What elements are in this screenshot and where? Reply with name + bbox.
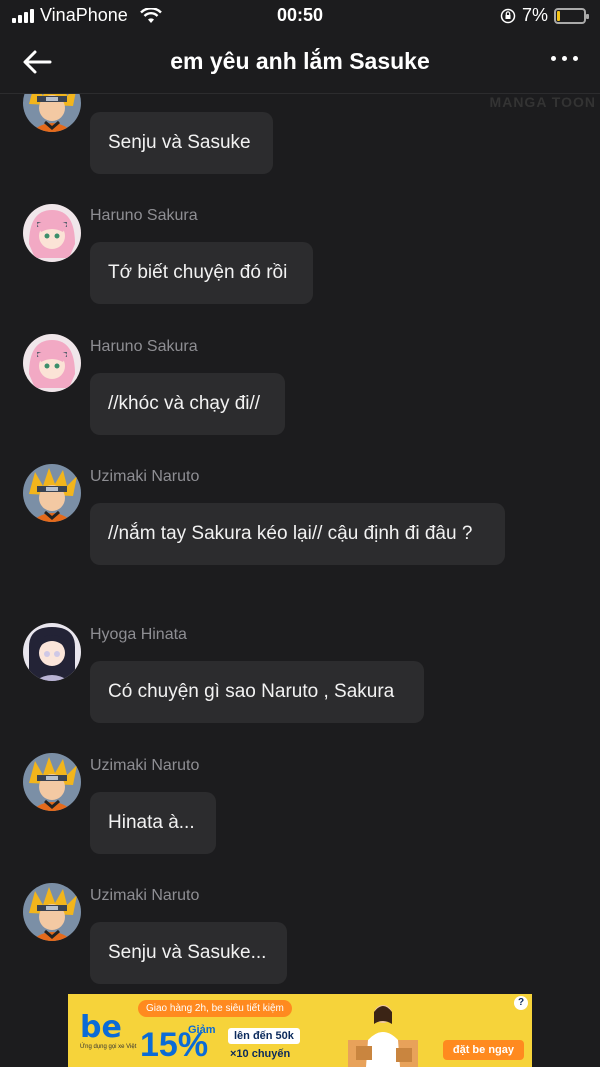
message-bubble[interactable]: Hinata à...	[90, 792, 216, 854]
ad-cta-button[interactable]: đặt be ngay	[442, 1040, 524, 1060]
ad-tagline: Giao hàng 2h, be siêu tiết kiệm	[138, 1000, 292, 1017]
ad-container: be Ứng dụng gọi xe Việt Giao hàng 2h, be…	[10, 994, 590, 1067]
sender-name: Uzimaki Naruto	[90, 757, 200, 774]
chat-list[interactable]: MANGA TOON Senju và Sasuke Haruno Sakura T…	[0, 94, 600, 994]
message-bubble[interactable]: Senju và Sasuke...	[90, 922, 287, 984]
ad-banner[interactable]: be Ứng dụng gọi xe Việt Giao hàng 2h, be…	[68, 994, 532, 1067]
battery-icon	[554, 7, 589, 24]
avatar-naruto[interactable]	[23, 753, 81, 811]
ad-discount-percent: 15%	[140, 1026, 209, 1064]
chat-header: em yêu anh lắm Sasuke	[0, 30, 600, 94]
page-title: em yêu anh lắm Sasuke	[170, 48, 430, 74]
battery-percent: 7%	[521, 5, 548, 25]
ad-logo-subtitle: Ứng dụng gọi xe Việt	[80, 1044, 137, 1050]
avatar-sakura[interactable]	[23, 204, 81, 262]
status-right: 7%	[500, 5, 589, 26]
help-icon[interactable]: ?	[514, 996, 528, 1010]
ad-up-to: lên đến 50k	[228, 1028, 300, 1044]
ad-person-image	[348, 1005, 418, 1067]
rotation-lock-icon	[500, 8, 516, 23]
ad-logo: be	[80, 1010, 122, 1045]
more-dots-icon[interactable]	[551, 56, 578, 61]
sender-name: Haruno Sakura	[90, 338, 198, 355]
watermark: MANGA TOON	[489, 94, 596, 110]
message-bubble[interactable]: //nắm tay Sakura kéo lại// cậu định đi đ…	[90, 503, 505, 565]
ad-times: ×10 chuyến	[230, 1048, 291, 1060]
avatar-hinata[interactable]	[23, 623, 81, 681]
status-bar: VinaPhone 00:50 7%	[0, 0, 600, 30]
message-bubble[interactable]: Có chuyện gì sao Naruto , Sakura	[90, 661, 424, 723]
sender-name: Uzimaki Naruto	[90, 887, 200, 904]
battery-level	[557, 10, 560, 21]
sender-name: Haruno Sakura	[90, 207, 198, 224]
message-bubble[interactable]: Senju và Sasuke	[90, 112, 273, 174]
sender-name: Uzimaki Naruto	[90, 468, 200, 485]
message-bubble[interactable]: Tớ biết chuyện đó rồi	[90, 242, 313, 304]
avatar-sakura[interactable]	[23, 334, 81, 392]
message-bubble[interactable]: //khóc và chạy đi//	[90, 373, 285, 435]
avatar-naruto[interactable]	[23, 883, 81, 941]
avatar-naruto[interactable]	[23, 94, 81, 132]
avatar-naruto[interactable]	[23, 464, 81, 522]
sender-name: Hyoga Hinata	[90, 626, 187, 643]
